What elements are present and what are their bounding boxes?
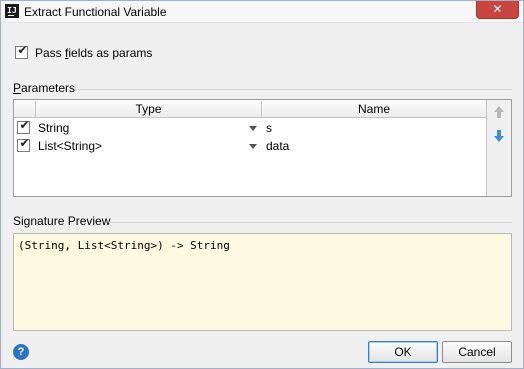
pass-fields-label[interactable]: Pass fields as params bbox=[35, 46, 152, 60]
column-header-check bbox=[14, 101, 36, 117]
section-divider bbox=[75, 89, 512, 90]
column-header-name[interactable]: Name bbox=[262, 101, 486, 117]
dropdown-arrow-icon[interactable] bbox=[249, 144, 257, 149]
table-row[interactable]: ✔ String s bbox=[14, 119, 486, 137]
signature-preview: (String, List<String>) -> String bbox=[13, 233, 512, 331]
move-buttons-toolbar bbox=[486, 100, 511, 196]
checkmark-icon: ✔ bbox=[19, 118, 30, 132]
table-row[interactable]: ✔ List<String> data bbox=[14, 137, 486, 155]
checkmark-icon: ✔ bbox=[17, 43, 28, 57]
app-icon-text: IJ bbox=[7, 6, 17, 15]
dropdown-arrow-icon[interactable] bbox=[249, 126, 257, 131]
type-cell[interactable]: List<String> bbox=[38, 138, 102, 154]
row-include-checkbox[interactable]: ✔ bbox=[17, 136, 30, 152]
column-header-type[interactable]: Type bbox=[36, 101, 262, 117]
arrow-down-icon bbox=[494, 130, 504, 142]
parameters-table: Type Name ✔ String s ✔ List<String> data bbox=[13, 99, 512, 197]
section-divider bbox=[109, 222, 512, 223]
dialog-title: Extract Functional Variable bbox=[24, 5, 167, 19]
checkmark-icon: ✔ bbox=[19, 136, 30, 150]
move-down-button[interactable] bbox=[491, 128, 507, 144]
help-button[interactable]: ? bbox=[13, 344, 29, 360]
move-up-button[interactable] bbox=[491, 104, 507, 120]
type-cell[interactable]: String bbox=[38, 120, 69, 136]
ok-button[interactable]: OK bbox=[368, 341, 438, 363]
row-include-checkbox[interactable]: ✔ bbox=[17, 118, 30, 134]
help-icon: ? bbox=[17, 346, 25, 358]
name-cell[interactable]: data bbox=[266, 138, 289, 154]
signature-preview-text: (String, List<String>) -> String bbox=[18, 239, 230, 252]
arrow-up-icon bbox=[494, 106, 504, 118]
signature-section-title: Signature Preview bbox=[13, 214, 111, 228]
close-icon: ✕ bbox=[492, 2, 503, 16]
cancel-button[interactable]: Cancel bbox=[442, 341, 512, 363]
pass-fields-checkbox[interactable]: ✔ bbox=[15, 43, 28, 59]
intellij-app-icon: IJ bbox=[5, 4, 19, 18]
parameters-section-title: Parameters bbox=[13, 81, 76, 95]
dialog-window: IJ Extract Functional Variable ✕ ✔ Pass … bbox=[0, 0, 524, 369]
table-header: Type Name bbox=[14, 100, 486, 118]
name-cell[interactable]: s bbox=[266, 120, 272, 136]
close-button[interactable]: ✕ bbox=[476, 1, 519, 19]
title-bar: IJ Extract Functional Variable ✕ bbox=[1, 1, 523, 23]
